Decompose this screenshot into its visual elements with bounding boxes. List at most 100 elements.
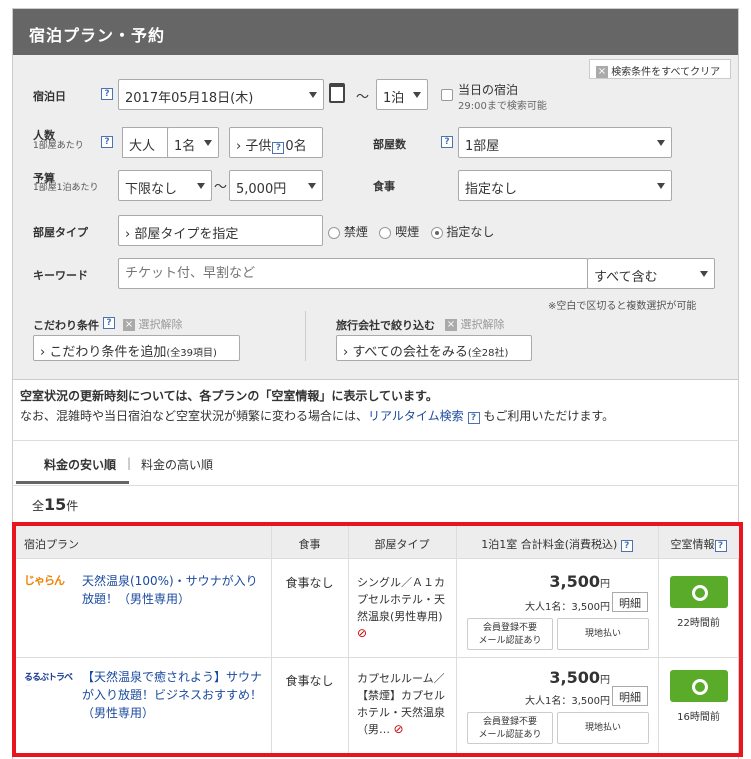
clear-icon: × (596, 66, 608, 78)
chevron-down-icon (657, 140, 665, 146)
sameday-label: 当日の宿泊 (458, 83, 519, 97)
adult-count-select[interactable]: 1名 (167, 127, 219, 158)
search-form: × 検索条件をすべてクリア 宿泊日 ? 2017年05月18日(木) 〜 1泊 … (13, 55, 738, 380)
per-person-price: 大人1名：3,500円 (525, 696, 610, 707)
th-meal: 食事 (271, 526, 348, 559)
result-count: 全15件 (32, 495, 79, 514)
keyword-input[interactable] (118, 258, 588, 289)
rurubu-logo: るるぶトラベル (24, 673, 73, 683)
help-icon[interactable]: ? (101, 88, 113, 100)
clear-all-button[interactable]: × 検索条件をすべてクリア (589, 59, 731, 79)
section-header: 宿泊プラン・予約 (13, 9, 738, 55)
tab-price-low[interactable]: 料金の安い順 (44, 456, 116, 473)
checkin-label: 宿泊日 (33, 90, 66, 103)
radio-smoking[interactable] (379, 226, 392, 239)
child-button[interactable]: › 子供? 0名 (229, 127, 323, 158)
keyword-note: ※空白で区切ると複数選択が可能 (548, 301, 697, 312)
ticket-pay-onsite[interactable]: 現地払い (557, 712, 649, 744)
th-room: 部屋タイプ (348, 526, 456, 559)
detail-button[interactable]: 明細 (612, 592, 648, 612)
chevron-down-icon (657, 183, 665, 189)
results-table: 宿泊プラン 食事 部屋タイプ 1泊1室 合計料金(消費税込) ? 空室情報? じ… (12, 522, 743, 757)
th-plan: 宿泊プラン (16, 526, 271, 559)
col-divider (348, 526, 349, 753)
th-status: 空室情報? (658, 526, 739, 559)
agency-button[interactable]: › すべての会社をみる(全28社) (336, 335, 532, 361)
meal-cell: 食事なし (285, 674, 334, 688)
divider (12, 440, 739, 441)
nights-select[interactable]: 1泊 (376, 79, 428, 110)
clear-icon: × (445, 319, 457, 331)
chevron-down-icon (309, 92, 317, 98)
updated-time: 16時間前 (677, 712, 720, 723)
room-cell: カプセルルーム／【禁煙】カプセルホテル・天然温泉（男… ⊘ (357, 672, 445, 736)
vacancy-button[interactable] (670, 576, 728, 608)
notice-line2: なお、混雑時や当日宿泊など空室状況が頻繁に変わる場合には、リアルタイム検索 ? … (20, 409, 615, 424)
adult-label: 大人 (122, 127, 168, 158)
section-title: 宿泊プラン・予約 (29, 26, 166, 45)
budget-min-select[interactable]: 下限なし (118, 170, 212, 201)
no-smoking-icon: ⊘ (393, 722, 404, 736)
sameday-checkbox[interactable] (441, 89, 453, 101)
meal-cell: 食事なし (285, 576, 334, 590)
help-icon[interactable]: ? (714, 540, 727, 552)
roomtype-label: 部屋タイプ (33, 226, 88, 239)
notice: 空室状況の更新時刻については、各プランの「空室情報」に表示しています。 なお、混… (20, 386, 614, 426)
chevron-down-icon (308, 183, 316, 189)
room-cell: シングル／Ａ１カプセルホテル・天然温泉(男性専用) ⊘ (357, 576, 445, 640)
kodawari-button[interactable]: › こだわり条件を追加(全39項目) (33, 335, 240, 361)
chevron-down-icon (197, 183, 205, 189)
roomtype-radios: 禁煙 喫煙 指定なし (328, 223, 494, 240)
help-icon[interactable]: ? (620, 540, 633, 552)
ticket-member[interactable]: 会員登録不要 メール認証あり (467, 712, 553, 744)
chevron-down-icon (204, 140, 212, 146)
meal-select[interactable]: 指定なし (458, 170, 672, 201)
help-icon[interactable]: ? (103, 317, 115, 329)
col-divider (271, 526, 272, 753)
divider (12, 485, 739, 486)
budget-max-select[interactable]: 5,000円 (229, 170, 323, 201)
help-icon[interactable]: ? (101, 136, 113, 148)
jalan-logo: じゃらん (24, 574, 65, 587)
sameday-note: 29:00まで検索可能 (458, 101, 547, 112)
divider (305, 311, 306, 361)
realtime-search-link[interactable]: リアルタイム検索 (368, 409, 464, 423)
no-smoking-icon: ⊘ (357, 626, 368, 640)
rooms-label: 部屋数 (373, 138, 406, 151)
vacancy-button[interactable] (670, 670, 728, 702)
roomtype-button[interactable]: › 部屋タイプを指定 (118, 215, 323, 246)
th-price: 1泊1室 合計料金(消費税込) ? (456, 526, 658, 559)
ticket-pay-onsite[interactable]: 現地払い (557, 618, 649, 650)
calendar-icon[interactable] (329, 83, 345, 103)
radio-nonsmoking[interactable] (328, 226, 340, 239)
checkin-date-select[interactable]: 2017年05月18日(木) (118, 79, 324, 110)
date-tilde: 〜 (356, 90, 370, 105)
tab-separator: | (127, 456, 132, 470)
help-icon[interactable]: ? (467, 412, 480, 424)
updated-time: 22時間前 (677, 618, 720, 629)
ticket-member[interactable]: 会員登録不要 メール認証あり (467, 618, 553, 650)
chevron-down-icon (700, 271, 708, 277)
agency-clear[interactable]: × 選択解除 (445, 316, 505, 332)
plan-link[interactable]: 天然温泉(100%)・サウナが入り放題！（男性専用） (82, 572, 264, 608)
help-icon: ? (272, 142, 285, 154)
kodawari-label: こだわり条件 (33, 319, 99, 332)
radio-any[interactable] (430, 226, 443, 239)
per-person-price: 大人1名：3,500円 (525, 602, 610, 613)
people-sub: 1部屋あたり (33, 141, 84, 151)
detail-button[interactable]: 明細 (612, 686, 648, 706)
rooms-select[interactable]: 1部屋 (458, 127, 672, 158)
budget-tilde: 〜 (214, 180, 228, 195)
col-divider (456, 526, 457, 753)
budget-sub: 1部屋1泊あたり (33, 183, 99, 193)
kodawari-clear[interactable]: × 選択解除 (123, 316, 183, 332)
keyword-mode-select[interactable]: すべて含む (587, 258, 715, 289)
keyword-label: キーワード (33, 269, 88, 282)
help-icon[interactable]: ? (441, 136, 453, 148)
tab-price-high[interactable]: 料金の高い順 (141, 456, 213, 473)
plan-link[interactable]: 【天然温泉で癒されよう】サウナが入り放題！ビジネスおすすめ！（男性専用） (82, 668, 264, 722)
agency-label: 旅行会社で絞り込む (336, 319, 435, 332)
meal-label: 食事 (373, 180, 395, 193)
clear-icon: × (123, 319, 135, 331)
row-divider (16, 657, 739, 658)
